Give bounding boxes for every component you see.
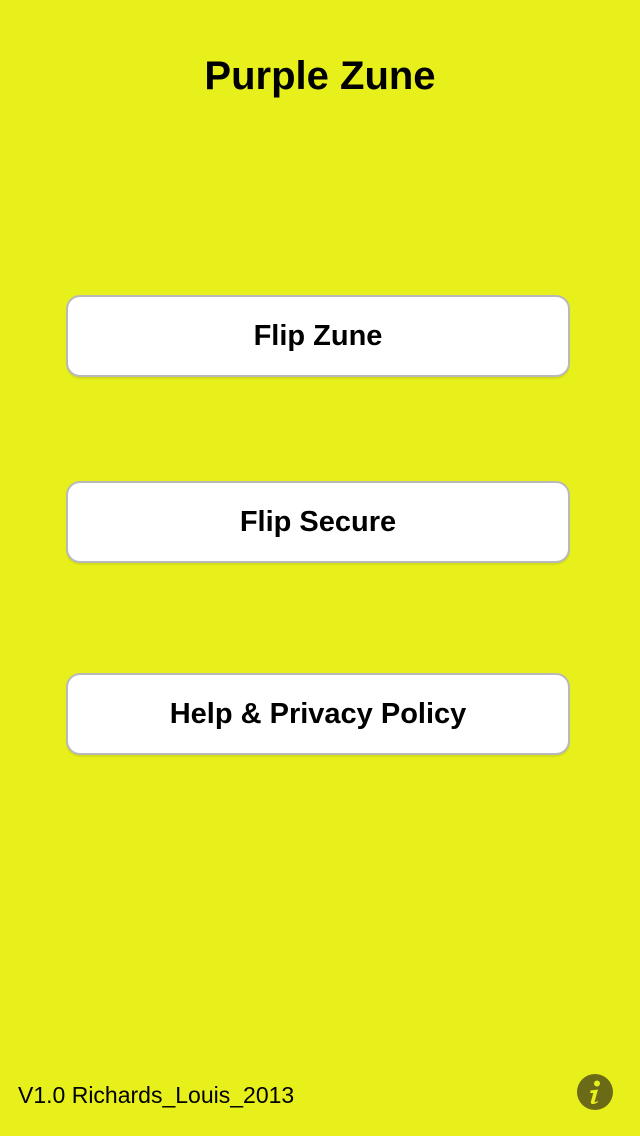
info-icon[interactable] (577, 1074, 613, 1110)
page-title: Purple Zune (204, 54, 436, 98)
version-label: V1.0 Richards_Louis_2013 (18, 1082, 295, 1108)
flip-zune-button[interactable]: Flip Zune (66, 295, 570, 377)
flip-secure-button[interactable]: Flip Secure (66, 481, 570, 563)
help-privacy-policy-button[interactable]: Help & Privacy Policy (66, 673, 570, 755)
